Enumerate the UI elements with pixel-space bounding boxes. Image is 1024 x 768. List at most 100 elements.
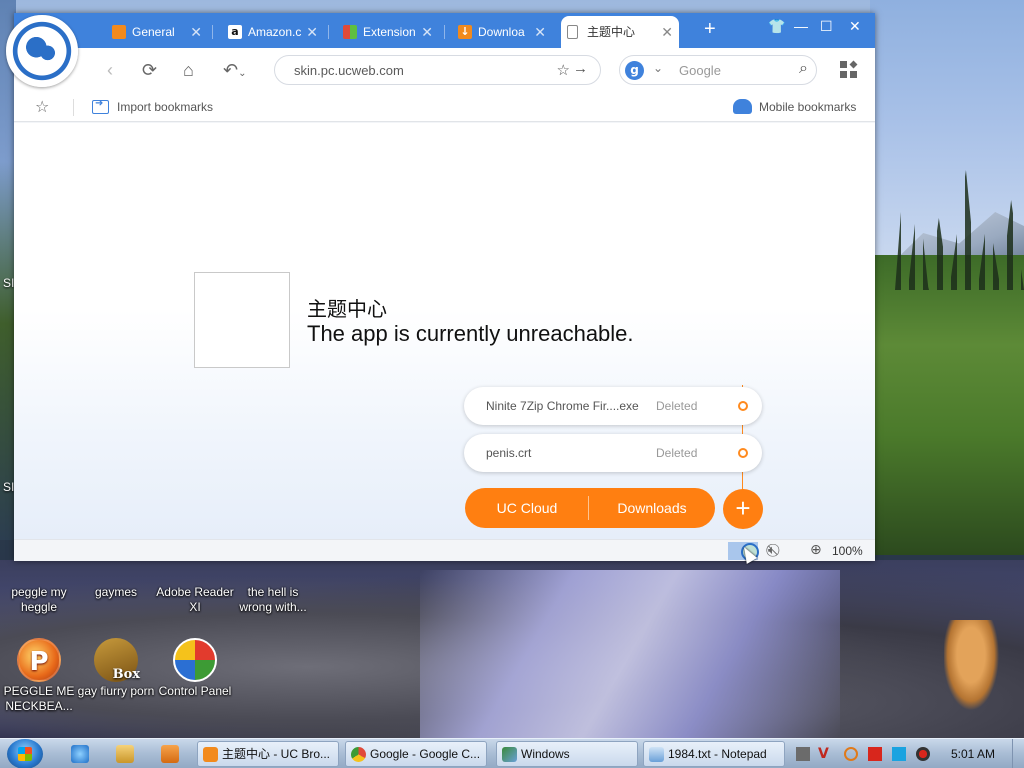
- skin-icon[interactable]: 👕: [768, 18, 785, 35]
- go-arrow-icon[interactable]: →: [573, 60, 588, 77]
- chevron-down-icon[interactable]: ⌄: [653, 61, 663, 75]
- windows-app-icon: [502, 747, 517, 762]
- taskbar-button-uc-browser[interactable]: 主题中心 - UC Bro...: [197, 741, 339, 767]
- desktop-icon-peggle-my-heggle[interactable]: peggle my heggle: [0, 585, 81, 615]
- close-window-button[interactable]: ✕: [849, 18, 861, 35]
- desktop-icon-label: gaymes: [94, 585, 138, 599]
- desktop-icon-label: PEGGLE ME NECKBEA...: [3, 684, 75, 713]
- tab-label: Extension: [363, 25, 416, 39]
- desktop-icon-box[interactable]: gay fiurry porn: [74, 638, 158, 699]
- desktop-icon-label: peggle my heggle: [11, 585, 67, 614]
- desktop-icon-peggle-me[interactable]: PEGGLE ME NECKBEA...: [0, 638, 81, 714]
- timeline-dot-icon: [738, 448, 748, 458]
- tab-label: General: [132, 25, 175, 39]
- downloads-button[interactable]: Downloads: [589, 488, 715, 528]
- new-tab-button[interactable]: +: [704, 18, 716, 41]
- desktop-icon-label: Control Panel: [158, 684, 232, 698]
- address-input[interactable]: skin.pc.ucweb.com: [294, 63, 404, 78]
- zoom-level[interactable]: 100%: [832, 544, 863, 558]
- mute-icon[interactable]: 🔈⃠: [768, 542, 776, 558]
- download-status: Deleted: [656, 446, 698, 460]
- close-icon[interactable]: ✕: [306, 16, 318, 48]
- desktop-edge-label: SI: [3, 276, 15, 290]
- import-bookmarks-link[interactable]: Import bookmarks: [117, 100, 213, 114]
- mobile-bookmarks-link[interactable]: Mobile bookmarks: [759, 100, 856, 114]
- desktop-icon-label: gay fiurry porn: [77, 684, 155, 698]
- tab-extension[interactable]: Extension ✕: [337, 16, 439, 48]
- desktop-icon-control-panel[interactable]: Control Panel: [153, 638, 237, 699]
- uc-browser-logo[interactable]: [6, 15, 78, 87]
- start-button[interactable]: [7, 739, 43, 768]
- display-icon[interactable]: [892, 747, 906, 761]
- uc-cloud-button[interactable]: UC Cloud: [465, 488, 589, 528]
- tab-divider: [444, 25, 445, 39]
- flag-icon[interactable]: [868, 747, 882, 761]
- taskbar-button-label: 主题中心 - UC Bro...: [222, 747, 331, 761]
- divider: [73, 99, 74, 116]
- tab-general[interactable]: General ✕: [106, 16, 208, 48]
- record-icon[interactable]: [916, 747, 930, 761]
- desktop-icon-wrong-with[interactable]: the hell is wrong with...: [231, 585, 315, 615]
- close-icon[interactable]: ✕: [190, 16, 202, 48]
- search-icon[interactable]: ⌕: [799, 60, 808, 78]
- taskbar: 主题中心 - UC Bro... Google - Google C... Wi…: [0, 738, 1024, 768]
- close-icon[interactable]: ✕: [661, 16, 673, 48]
- reload-button[interactable]: ⟳: [142, 60, 157, 80]
- search-engine-icon[interactable]: g: [625, 61, 644, 80]
- back-button[interactable]: ‹: [107, 60, 113, 80]
- desktop-icon-gaymes[interactable]: gaymes: [74, 585, 158, 600]
- internet-explorer-icon[interactable]: [71, 745, 89, 763]
- home-button[interactable]: ⌂: [183, 60, 194, 80]
- tab-theme-center[interactable]: 主题中心 ✕: [561, 16, 679, 48]
- error-message: The app is currently unreachable.: [307, 321, 634, 346]
- close-icon[interactable]: ✕: [421, 16, 433, 48]
- taskbar-button-notepad[interactable]: 1984.txt - Notepad: [643, 741, 785, 767]
- taskbar-button-label: 1984.txt - Notepad: [668, 747, 767, 761]
- tab-amazon[interactable]: a Amazon.c ✕: [222, 16, 324, 48]
- search-box[interactable]: g ⌄ Google ⌕: [619, 55, 817, 85]
- taskbar-button-chrome[interactable]: Google - Google C...: [345, 741, 487, 767]
- folder-icon[interactable]: [116, 745, 134, 763]
- taskbar-button-windows[interactable]: Windows: [496, 741, 638, 767]
- search-input[interactable]: Google: [679, 63, 721, 78]
- minimize-button[interactable]: —: [794, 18, 808, 34]
- desktop-icon-label: the hell is wrong with...: [239, 585, 307, 614]
- maximize-button[interactable]: ☐: [820, 18, 833, 35]
- media-player-icon[interactable]: [161, 745, 179, 763]
- bookmark-star-icon[interactable]: ☆: [557, 61, 570, 79]
- star-icon[interactable]: ☆: [35, 97, 49, 117]
- tab-divider: [212, 25, 213, 39]
- taskbar-button-label: Google - Google C...: [370, 747, 481, 761]
- taskbar-button-label: Windows: [521, 747, 570, 761]
- tab-label: Downloa: [478, 25, 525, 39]
- show-desktop-button[interactable]: [1012, 739, 1024, 768]
- address-bar[interactable]: skin.pc.ucweb.com ☆ →: [274, 55, 601, 85]
- bookmark-bar: ☆ Import bookmarks Mobile bookmarks: [14, 93, 875, 122]
- uc-browser-icon: [203, 747, 218, 762]
- title-bar: General ✕ a Amazon.c ✕ Extension ✕ ↓ Dow…: [14, 13, 875, 48]
- undo-close-button[interactable]: ↶⌄: [223, 60, 246, 84]
- search-tray-icon[interactable]: [844, 747, 858, 761]
- action-pill: UC Cloud Downloads: [465, 488, 715, 528]
- clock[interactable]: 5:01 AM: [951, 747, 995, 761]
- notepad-icon: [649, 747, 664, 762]
- tab-downloads[interactable]: ↓ Downloa ✕: [452, 16, 552, 48]
- app-icon-placeholder: [194, 272, 290, 368]
- apps-grid-icon[interactable]: [840, 60, 858, 79]
- peggle-icon: [17, 638, 61, 682]
- hamster-gadget-icon[interactable]: [944, 620, 1004, 720]
- close-icon[interactable]: ✕: [534, 16, 546, 48]
- tab-label: 主题中心: [587, 25, 636, 39]
- wallpaper-waterfall: [420, 570, 840, 738]
- box-icon: [94, 638, 140, 682]
- desktop-icon-adobe-reader[interactable]: Adobe Reader XI: [153, 585, 237, 615]
- toolbar: ‹ ⟳ ⌂ ↶⌄ skin.pc.ucweb.com ☆ → g ⌄ Googl…: [14, 48, 875, 93]
- antivirus-icon[interactable]: V: [818, 747, 832, 761]
- page-icon: [567, 25, 578, 39]
- cloud-icon: [733, 99, 752, 114]
- tray-app-icon[interactable]: [796, 747, 810, 761]
- download-item[interactable]: penis.crt Deleted: [464, 434, 762, 472]
- add-button[interactable]: +: [723, 489, 763, 529]
- download-item[interactable]: Ninite 7Zip Chrome Fir....exe Deleted: [464, 387, 762, 425]
- zoom-icon[interactable]: ⊕: [810, 541, 822, 558]
